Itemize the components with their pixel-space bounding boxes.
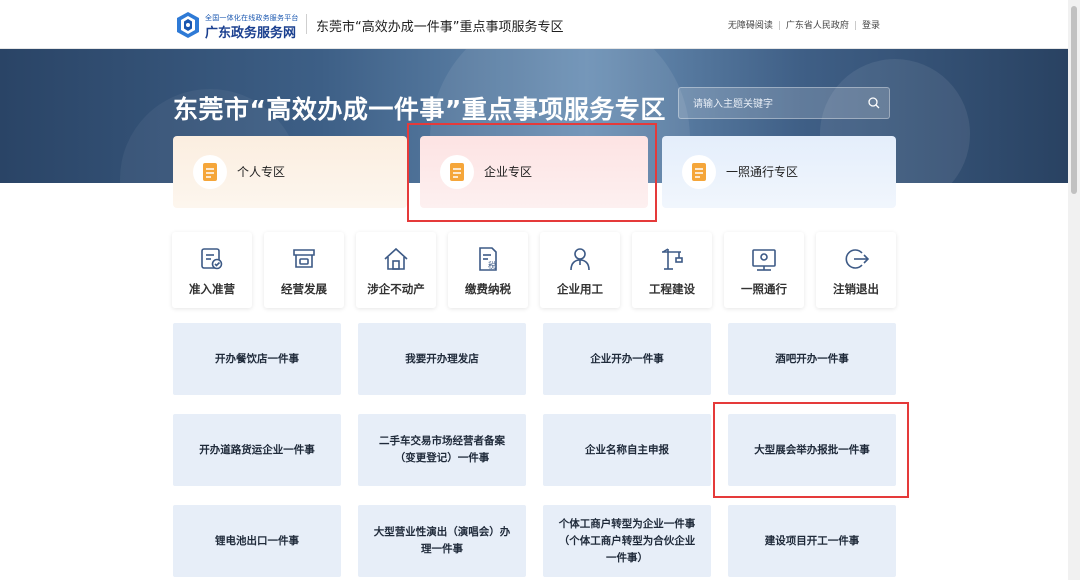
search-box [678,87,890,119]
category-label: 缴费纳税 [465,282,511,296]
zone-one-license[interactable]: 一照通行专区 [662,136,896,208]
service-card-label: 开办餐饮店一件事 [215,352,299,365]
category-label: 注销退出 [833,282,879,296]
page-scrollbar-thumb[interactable] [1071,6,1077,194]
service-card[interactable]: 建设项目开工一件事 [728,505,896,577]
service-card-label: 二手车交易市场经营者备案（变更登记）一件事 [379,435,505,464]
certificate-icon [752,249,776,271]
zone-one-license-label: 一照通行专区 [726,165,799,179]
category-real-estate[interactable]: 涉企不动产 [356,232,436,308]
service-card-label: 酒吧开办一件事 [775,352,849,365]
category-employment[interactable]: 企业用工 [540,232,620,308]
category-deregistration[interactable]: 注销退出 [816,232,896,308]
accessibility-link[interactable]: 无障碍阅读 [728,21,773,31]
highlight-box-exhibition-service [713,402,909,498]
service-card[interactable]: 酒吧开办一件事 [728,323,896,395]
tax-document-icon: 税 [479,247,497,271]
highlight-box-company-zone [407,123,657,222]
gd-government-link[interactable]: 广东省人民政府 [786,21,849,31]
category-entry-operation[interactable]: 准入准营 [172,232,252,308]
exit-icon [845,249,869,269]
document-icon [193,155,227,189]
zone-title: 东莞市“高效办成一件事”重点事项服务专区 [316,20,564,35]
document-icon [682,155,716,189]
service-card-label: 企业名称自主申报 [585,443,669,456]
service-card[interactable]: 企业开办一件事 [543,323,711,395]
house-icon [384,247,408,270]
category-construction[interactable]: 工程建设 [632,232,712,308]
category-label: 工程建设 [649,282,695,296]
svg-text:税: 税 [488,260,496,270]
service-card-label: 个体工商户转型为企业一件事（个体工商户转型为合伙企业一件事） [558,517,696,564]
search-input[interactable] [691,94,865,114]
worker-icon [570,248,590,271]
header-divider [306,14,307,34]
category-label: 企业用工 [557,282,603,296]
service-card[interactable]: 大型营业性演出（演唱会）办理一件事 [358,505,526,577]
top-links: 无障碍阅读 | 广东省人民政府 | 登录 [727,21,880,31]
banner-title: 东莞市“高效办成一件事”重点事项服务专区 [173,95,666,124]
category-tax-payment[interactable]: 税 缴费纳税 [448,232,528,308]
zone-personal[interactable]: 个人专区 [173,136,407,208]
category-label: 一照通行 [741,282,787,296]
service-card[interactable]: 我要开办理发店 [358,323,526,395]
platform-name[interactable]: 广东政务服务网 [205,22,296,41]
service-card[interactable]: 开办餐饮店一件事 [173,323,341,395]
category-label: 涉企不动产 [367,282,425,296]
category-label: 经营发展 [281,282,327,296]
category-one-license[interactable]: 一照通行 [724,232,804,308]
zone-personal-label: 个人专区 [237,165,286,179]
service-card[interactable]: 锂电池出口一件事 [173,505,341,577]
service-card[interactable]: 企业名称自主申报 [543,414,711,486]
category-label: 准入准营 [189,282,235,296]
service-card-label: 锂电池出口一件事 [215,534,299,547]
service-card-label: 我要开办理发店 [405,352,479,365]
storefront-icon [293,249,315,268]
service-card[interactable]: 二手车交易市场经营者备案（变更登记）一件事 [358,414,526,486]
crane-icon [662,248,683,270]
login-link[interactable]: 登录 [862,21,880,31]
license-check-icon [201,248,223,270]
search-icon[interactable] [867,96,881,110]
service-card[interactable]: 开办道路货运企业一件事 [173,414,341,486]
guangdong-logo-icon[interactable] [173,10,203,40]
service-card-label: 建设项目开工一件事 [764,534,860,547]
service-card-label: 企业开办一件事 [590,352,664,365]
service-card-label: 大型营业性演出（演唱会）办理一件事 [373,526,511,555]
top-header: 全国一体化在线政务服务平台 广东政务服务网 东莞市“高效办成一件事”重点事项服务… [0,0,1068,49]
service-card-label: 开办道路货运企业一件事 [199,443,315,456]
service-card[interactable]: 个体工商户转型为企业一件事（个体工商户转型为合伙企业一件事） [543,505,711,577]
category-business-development[interactable]: 经营发展 [264,232,344,308]
